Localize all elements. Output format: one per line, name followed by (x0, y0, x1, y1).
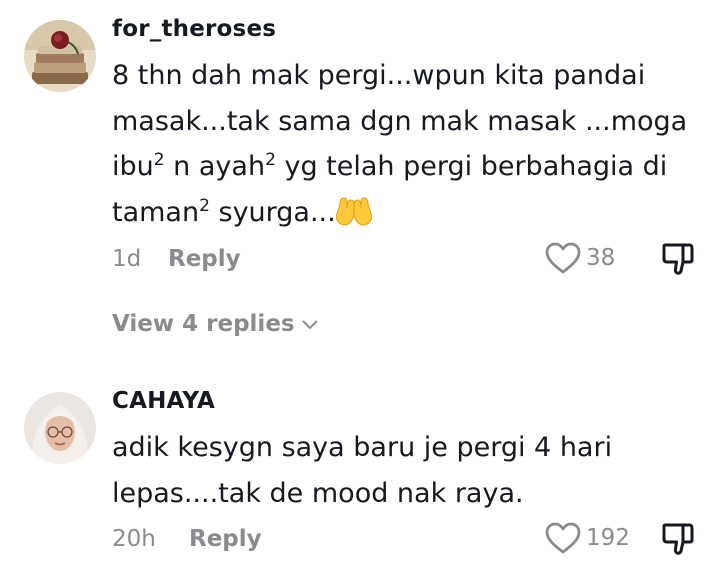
comment-text: 8 thn dah mak pergi...wpun kita pandai m… (112, 53, 702, 235)
superscript: 2 (199, 195, 210, 216)
text-fragment: taman (112, 196, 200, 228)
like-button[interactable]: 192 (544, 521, 630, 555)
superscript: 2 (265, 150, 276, 170)
text-fragment: syurga... (209, 196, 336, 228)
palms-up-together-emoji-icon (335, 196, 372, 226)
like-count: 192 (586, 525, 630, 551)
view-replies-button[interactable]: View 4 replies (112, 311, 319, 337)
comment-text-line: 8 thn dah mak pergi...wpun kita pandai (112, 60, 646, 91)
username[interactable]: CAHAYA (112, 388, 215, 414)
heart-icon (545, 522, 581, 554)
heart-icon (545, 242, 581, 274)
comment-text: adik kesygn saya baru je pergi 4 hari le… (112, 425, 702, 516)
text-fragment: ibu (112, 151, 154, 182)
text-fragment: yg telah pergi berbahagia di (275, 151, 668, 182)
comment-time: 1d (112, 246, 142, 272)
reply-button[interactable]: Reply (168, 246, 241, 272)
view-replies-label: View 4 replies (112, 311, 295, 337)
text-fragment: n ayah (164, 151, 266, 182)
like-count: 38 (586, 245, 616, 271)
comment-item: for_theroses 8 thn dah mak pergi...wpun … (0, 0, 720, 350)
avatar[interactable] (24, 392, 96, 464)
reply-button[interactable]: Reply (189, 526, 262, 552)
comment-text-line: ibu2 n ayah2 yg telah pergi berbahagia d… (112, 144, 702, 190)
comment-item: CAHAYA adik kesygn saya baru je pergi 4 … (0, 370, 720, 576)
avatar-hijab-woman-image (24, 392, 96, 464)
avatar-books-rose-image (24, 20, 96, 92)
chevron-down-icon (301, 320, 318, 330)
like-button[interactable]: 38 (544, 241, 615, 275)
comment-text-line: masak...tak sama dgn mak masak ...moga (112, 105, 688, 137)
username[interactable]: for_theroses (112, 16, 276, 42)
comment-text-line: lepas....tak de mood nak raya. (112, 477, 524, 509)
avatar[interactable] (24, 20, 96, 92)
comment-time: 20h (112, 526, 156, 552)
dislike-icon[interactable] (660, 521, 696, 557)
dislike-icon[interactable] (660, 241, 696, 277)
superscript: 2 (153, 150, 165, 170)
comment-text-line: adik kesygn saya baru je pergi 4 hari (112, 432, 613, 463)
comment-text-line: taman2 syurga... (112, 190, 702, 236)
